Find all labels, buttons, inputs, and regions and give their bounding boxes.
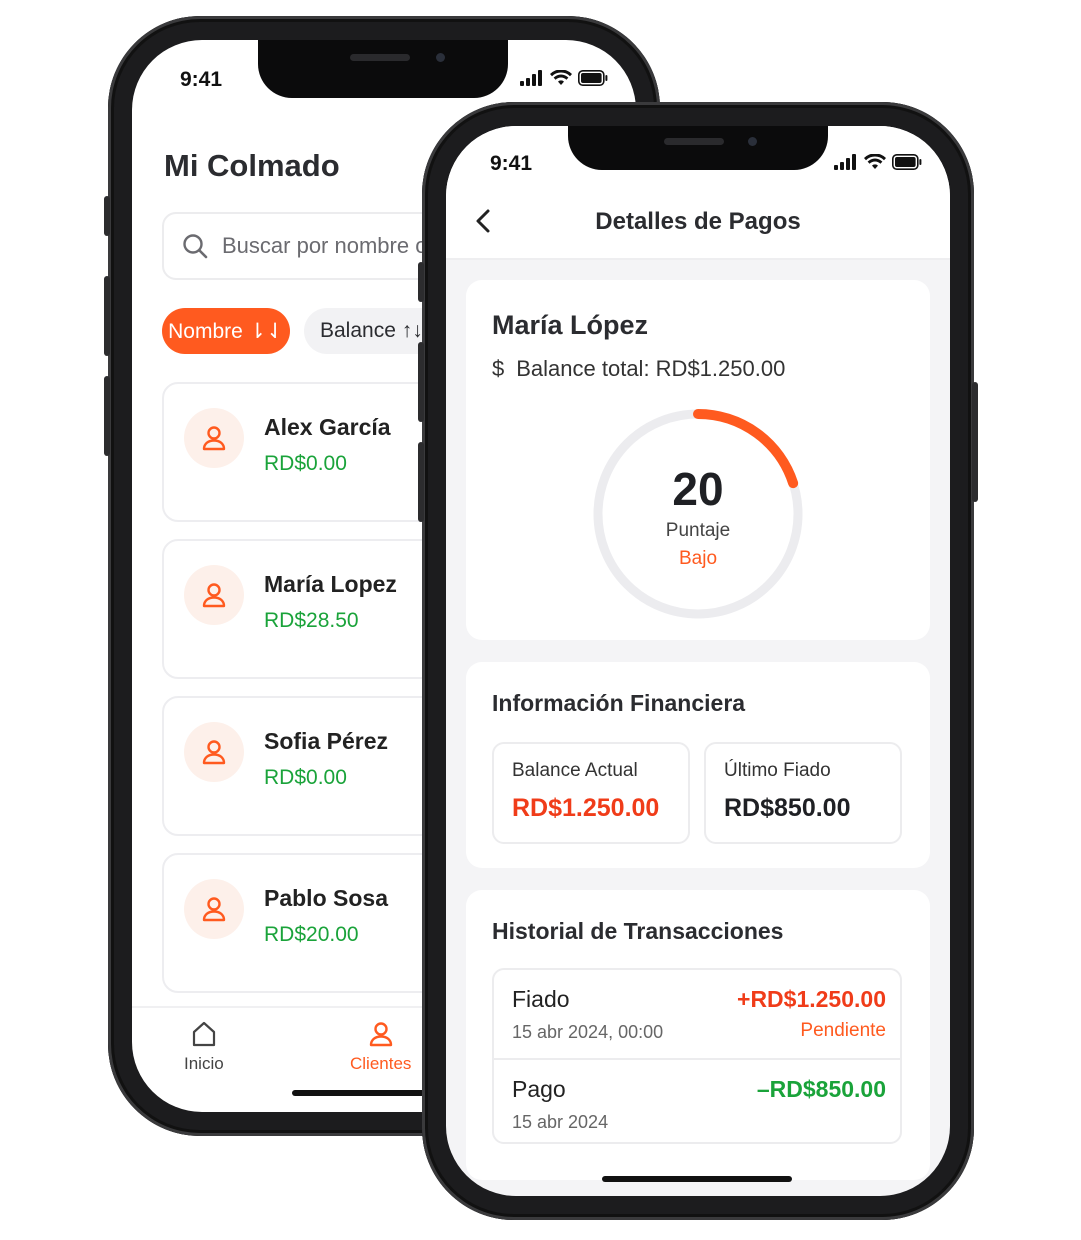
balance-total-text: Balance total: RD$1.250.00 (516, 356, 786, 381)
status-time: 9:41 (180, 68, 223, 91)
current-balance-box: Balance Actual RD$1.250.00 (492, 742, 690, 844)
transaction-list: Fiado 15 abr 2024, 00:00 +RD$1.250.00 Pe… (492, 968, 902, 1144)
tab-label: Inicio (184, 1054, 224, 1073)
page-title: Detalles de Pagos (595, 208, 801, 235)
customer-summary-card: María López $ Balance total: RD$1.250.00… (466, 280, 930, 640)
home-indicator[interactable] (602, 1176, 792, 1182)
phone-frame-payment-details: 9:41 Detalles de Pagos María López $ Bal… (418, 102, 978, 1220)
last-credit-value: RD$850.00 (724, 794, 851, 822)
side-button (972, 382, 978, 502)
notch (568, 126, 828, 170)
status-time: 9:41 (490, 152, 533, 175)
last-credit-label: Último Fiado (724, 760, 831, 781)
tab-inicio[interactable]: Inicio (184, 1020, 224, 1074)
front-camera (436, 53, 445, 62)
client-name: María Lopez (264, 571, 397, 597)
user-icon (202, 426, 226, 451)
cellular-signal-icon (520, 70, 542, 86)
transaction-status: Pendiente (800, 1020, 886, 1041)
front-camera (748, 137, 757, 146)
volume-up-button (104, 276, 110, 356)
transaction-type: Fiado (512, 986, 570, 1012)
customer-name: María López (492, 310, 649, 340)
transaction-date: 15 abr 2024, 00:00 (512, 1022, 664, 1042)
score-value: 20 (672, 463, 724, 515)
score-gauge: 20 Puntaje Bajo (590, 406, 806, 622)
speaker-grille (350, 54, 410, 61)
payment-details-screen: 9:41 Detalles de Pagos María López $ Bal… (446, 126, 950, 1196)
cellular-signal-icon (834, 154, 856, 170)
avatar (184, 565, 244, 625)
user-icon (202, 897, 226, 922)
home-icon (192, 1021, 215, 1047)
mute-switch (104, 196, 110, 236)
client-name: Pablo Sosa (264, 885, 388, 911)
client-name: Sofia Pérez (264, 728, 388, 754)
transactions-card: Historial de Transacciones Fiado 15 abr … (466, 890, 930, 1180)
client-balance: RD$0.00 (264, 452, 347, 475)
status-icons (834, 154, 922, 170)
user-icon (369, 1022, 392, 1047)
notch (258, 40, 508, 98)
client-name: Alex García (264, 414, 391, 440)
client-balance: RD$28.50 (264, 609, 359, 632)
score-label: Puntaje (665, 520, 731, 541)
navigation-bar: 9:41 Detalles de Pagos (446, 126, 950, 260)
score-level: Bajo (678, 548, 718, 569)
transaction-row[interactable]: Pago 15 abr 2024 –RD$850.00 (494, 1058, 900, 1142)
transaction-row[interactable]: Fiado 15 abr 2024, 00:00 +RD$1.250.00 Pe… (494, 970, 900, 1058)
wifi-icon (550, 70, 572, 85)
avatar (184, 879, 244, 939)
balance-total: $ Balance total: RD$1.250.00 (492, 356, 785, 382)
current-balance-label: Balance Actual (512, 760, 638, 781)
transaction-type: Pago (512, 1076, 566, 1102)
section-title-history: Historial de Transacciones (492, 918, 784, 944)
section-title-financial: Información Financiera (492, 690, 746, 716)
financial-info-card: Información Financiera Balance Actual RD… (466, 662, 930, 868)
avatar (184, 408, 244, 468)
client-balance: RD$20.00 (264, 923, 359, 946)
mute-switch (418, 262, 424, 302)
status-icons (520, 70, 608, 86)
tab-clientes[interactable]: Clientes (350, 1020, 411, 1074)
tab-label: Clientes (350, 1054, 412, 1073)
dollar-icon: $ (492, 356, 505, 381)
transaction-date: 15 abr 2024 (512, 1112, 609, 1132)
wifi-icon (864, 154, 886, 169)
transaction-amount: +RD$1.250.00 (737, 986, 886, 1012)
search-icon (183, 234, 208, 259)
sort-by-name-chip[interactable]: Nombre ⇂⇃ (162, 308, 290, 354)
user-icon (202, 583, 226, 608)
last-credit-box: Último Fiado RD$850.00 (704, 742, 902, 844)
volume-down-button (104, 376, 110, 456)
speaker-grille (664, 138, 724, 145)
battery-icon (892, 154, 922, 170)
client-balance: RD$0.00 (264, 766, 347, 789)
battery-icon (578, 70, 608, 86)
user-icon (202, 740, 226, 765)
avatar (184, 722, 244, 782)
current-balance-value: RD$1.250.00 (512, 794, 660, 822)
app-title: Mi Colmado (164, 148, 340, 183)
volume-down-button (418, 442, 424, 522)
transaction-amount: –RD$850.00 (756, 1076, 886, 1102)
volume-up-button (418, 342, 424, 422)
